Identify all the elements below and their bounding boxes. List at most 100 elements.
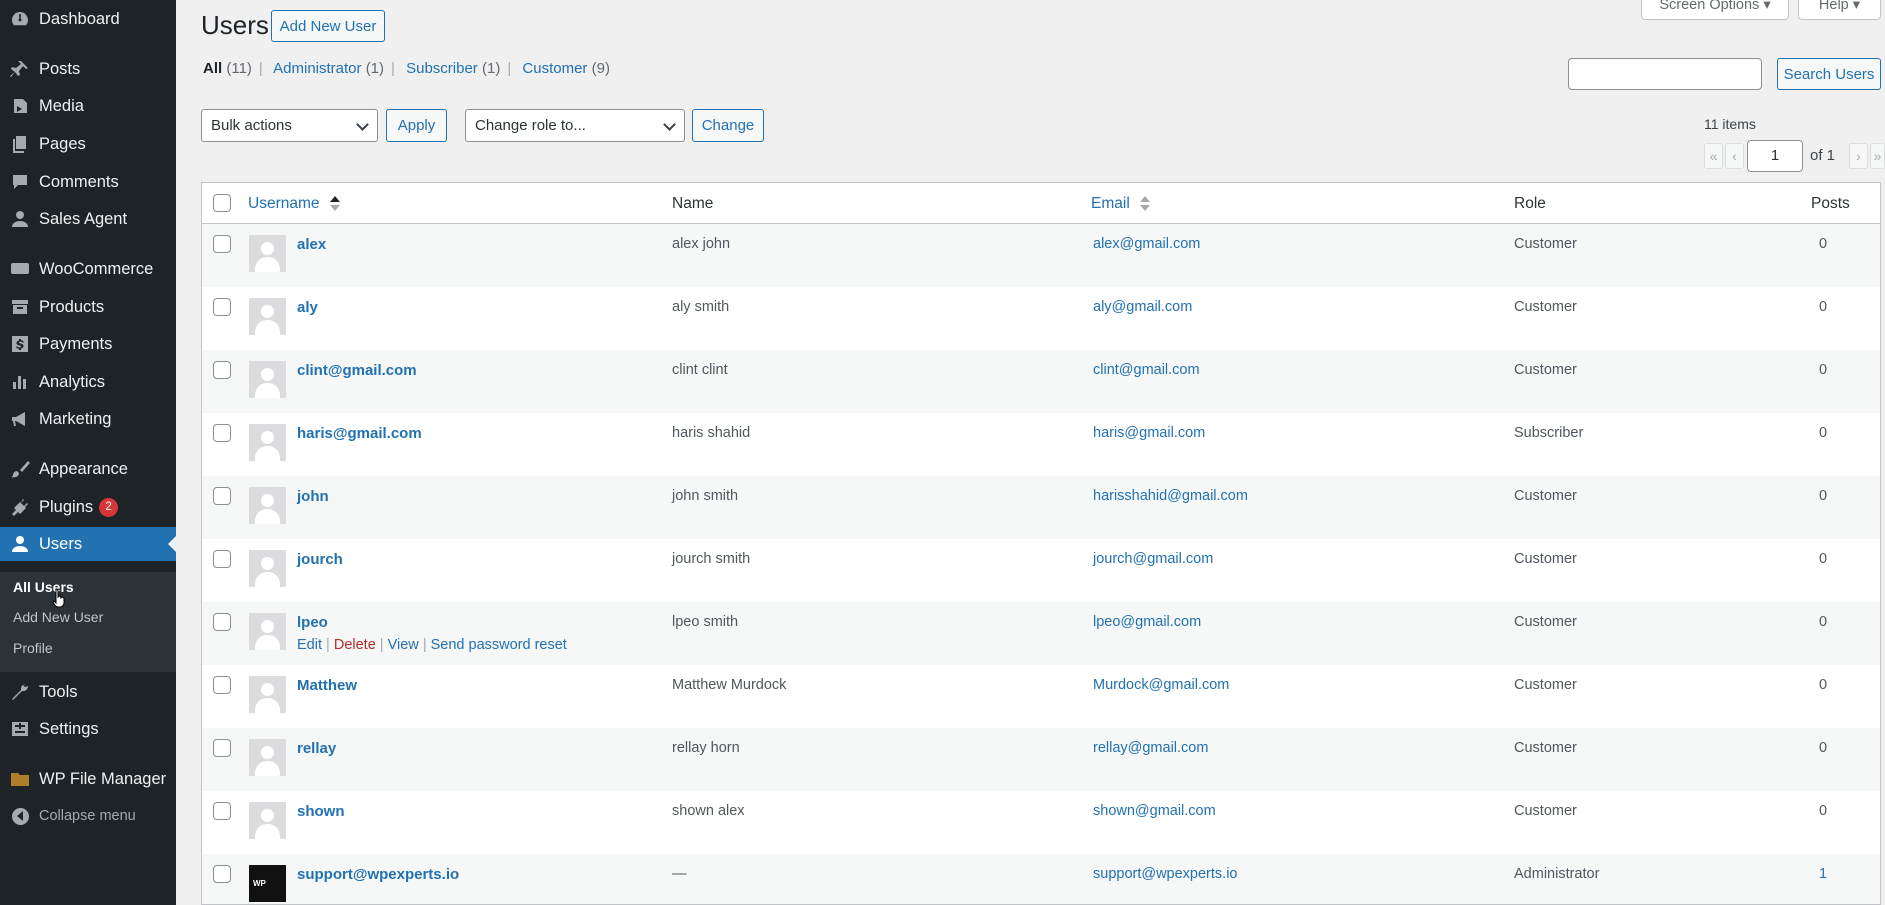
username-link[interactable]: Matthew xyxy=(297,677,357,694)
row-checkbox[interactable] xyxy=(213,865,231,883)
collapse-icon xyxy=(8,804,32,828)
sidebar-item-wp-file-manager[interactable]: WP File Manager xyxy=(0,762,176,796)
row-checkbox[interactable] xyxy=(213,361,231,379)
username-link[interactable]: aly xyxy=(297,299,318,316)
screen-options-tab[interactable]: Screen Options ▾ xyxy=(1641,0,1789,20)
column-email[interactable]: Email xyxy=(1091,195,1151,213)
change-role-button[interactable]: Change xyxy=(692,109,764,142)
row-checkbox[interactable] xyxy=(213,739,231,757)
post-count-link[interactable]: 1 xyxy=(1813,866,1833,882)
sidebar-item-settings[interactable]: Settings xyxy=(0,712,176,746)
user-email-link[interactable]: haris@gmail.com xyxy=(1093,425,1205,441)
user-name: john smith xyxy=(672,488,739,504)
current-page-input[interactable]: 1 xyxy=(1747,140,1803,172)
sidebar-item-plugins[interactable]: Plugins 2 xyxy=(0,490,176,524)
add-new-user-button[interactable]: Add New User xyxy=(271,10,385,42)
bulk-actions-select[interactable]: Bulk actions xyxy=(201,109,378,142)
username-link[interactable]: haris@gmail.com xyxy=(297,425,422,442)
avatar: WP xyxy=(249,865,286,902)
folder-icon xyxy=(8,767,32,791)
sidebar-item-woocommerce[interactable]: WooCommerce xyxy=(0,252,176,286)
plug-icon xyxy=(8,495,32,519)
submenu-add-new-user[interactable]: Add New User xyxy=(13,609,103,625)
sidebar-item-payments[interactable]: Payments xyxy=(0,327,176,361)
search-users-input[interactable] xyxy=(1568,58,1762,90)
next-page-button[interactable]: › xyxy=(1849,143,1868,169)
sidebar-item-appearance[interactable]: Appearance xyxy=(0,452,176,486)
filter-administrator[interactable]: Administrator xyxy=(273,60,361,77)
delete-link[interactable]: Delete xyxy=(334,637,376,653)
username-link[interactable]: rellay xyxy=(297,740,336,757)
brush-icon xyxy=(8,457,32,481)
sidebar-item-pages[interactable]: Pages xyxy=(0,127,176,161)
sidebar-item-media[interactable]: Media xyxy=(0,89,176,123)
avatar xyxy=(249,676,286,713)
sidebar-item-tools[interactable]: Tools xyxy=(0,675,176,709)
row-checkbox[interactable] xyxy=(213,676,231,694)
user-email-link[interactable]: clint@gmail.com xyxy=(1093,362,1200,378)
username-link[interactable]: jourch xyxy=(297,551,343,568)
post-count: 0 xyxy=(1818,488,1828,504)
submenu-profile[interactable]: Profile xyxy=(13,640,53,656)
row-checkbox[interactable] xyxy=(213,550,231,568)
username-link[interactable]: alex xyxy=(297,236,326,253)
user-name: — xyxy=(672,866,687,882)
user-role: Administrator xyxy=(1514,866,1600,882)
row-checkbox[interactable] xyxy=(213,235,231,253)
sidebar-item-sales-agent[interactable]: Sales Agent xyxy=(0,202,176,236)
prev-page-button[interactable]: ‹ xyxy=(1725,143,1744,169)
row-checkbox[interactable] xyxy=(213,298,231,316)
username-link[interactable]: shown xyxy=(297,803,345,820)
row-checkbox[interactable] xyxy=(213,613,231,631)
dollar-icon xyxy=(8,332,32,356)
edit-link[interactable]: Edit xyxy=(297,637,322,653)
filter-customer[interactable]: Customer xyxy=(522,60,587,77)
user-role: Customer xyxy=(1514,740,1577,756)
username-link[interactable]: lpeo xyxy=(297,614,328,631)
select-all-checkbox[interactable] xyxy=(213,194,231,212)
collapse-menu-button[interactable]: Collapse menu xyxy=(0,799,176,833)
sidebar-item-products[interactable]: Products xyxy=(0,290,176,324)
settings-icon xyxy=(8,717,32,741)
row-checkbox[interactable] xyxy=(213,802,231,820)
sidebar-item-dashboard[interactable]: Dashboard xyxy=(0,2,176,36)
column-username[interactable]: Username xyxy=(248,195,340,213)
search-users-button[interactable]: Search Users xyxy=(1777,58,1881,90)
user-email-link[interactable]: Murdock@gmail.com xyxy=(1093,677,1229,693)
sidebar-item-analytics[interactable]: Analytics xyxy=(0,365,176,399)
change-role-select[interactable]: Change role to... xyxy=(465,109,685,142)
username-link[interactable]: john xyxy=(297,488,329,505)
user-name: Matthew Murdock xyxy=(672,677,787,693)
post-count: 0 xyxy=(1818,551,1828,567)
avatar xyxy=(249,361,286,398)
row-checkbox[interactable] xyxy=(213,424,231,442)
user-email-link[interactable]: support@wpexperts.io xyxy=(1093,866,1237,882)
user-email-link[interactable]: harisshahid@gmail.com xyxy=(1093,488,1248,504)
filter-all[interactable]: All xyxy=(203,60,222,77)
items-count: 11 items xyxy=(1704,116,1756,132)
user-role: Customer xyxy=(1514,362,1577,378)
send-password-reset-link[interactable]: Send password reset xyxy=(431,637,567,653)
username-link[interactable]: support@wpexperts.io xyxy=(297,866,459,883)
comment-icon xyxy=(8,170,32,194)
apply-button[interactable]: Apply xyxy=(386,109,447,142)
sidebar-item-posts[interactable]: Posts xyxy=(0,52,176,86)
sidebar-item-users[interactable]: Users xyxy=(0,527,176,561)
media-icon xyxy=(8,94,32,118)
user-email-link[interactable]: shown@gmail.com xyxy=(1093,803,1216,819)
user-email-link[interactable]: lpeo@gmail.com xyxy=(1093,614,1201,630)
help-tab[interactable]: Help ▾ xyxy=(1798,0,1881,20)
filter-subscriber[interactable]: Subscriber xyxy=(406,60,478,77)
sidebar-item-comments[interactable]: Comments xyxy=(0,165,176,199)
user-email-link[interactable]: jourch@gmail.com xyxy=(1093,551,1213,567)
row-checkbox[interactable] xyxy=(213,487,231,505)
last-page-button[interactable]: » xyxy=(1870,143,1885,169)
sidebar-item-marketing[interactable]: Marketing xyxy=(0,402,176,436)
view-link[interactable]: View xyxy=(388,637,419,653)
user-email-link[interactable]: aly@gmail.com xyxy=(1093,299,1192,315)
archive-icon xyxy=(8,295,32,319)
user-email-link[interactable]: alex@gmail.com xyxy=(1093,236,1200,252)
user-email-link[interactable]: rellay@gmail.com xyxy=(1093,740,1208,756)
first-page-button[interactable]: « xyxy=(1704,143,1723,169)
username-link[interactable]: clint@gmail.com xyxy=(297,362,417,379)
